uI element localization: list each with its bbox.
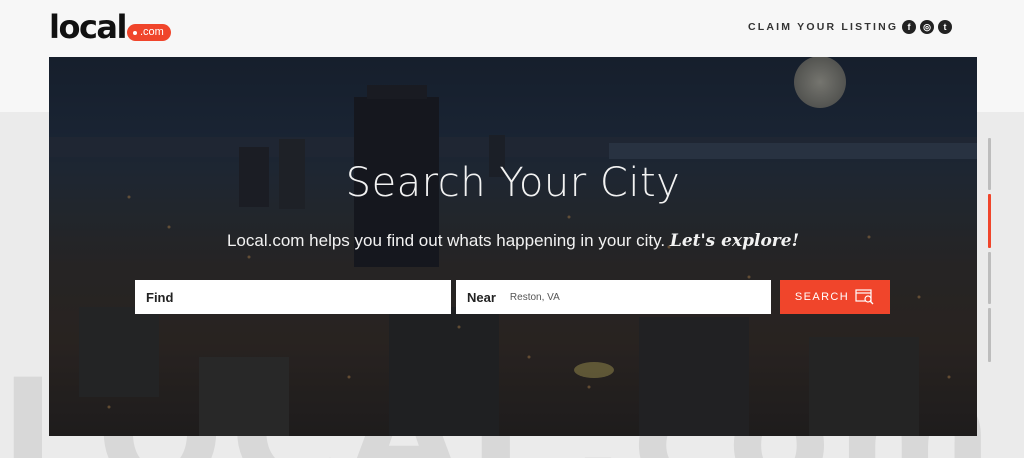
logo-badge: .com xyxy=(126,24,171,41)
near-label: Near xyxy=(467,289,496,305)
logo-badge-text: .com xyxy=(139,26,164,38)
logo[interactable]: local .com xyxy=(49,10,171,44)
hero-banner: Search Your City Local.com helps you fin… xyxy=(49,57,977,436)
section-nav-indicator-4[interactable] xyxy=(988,308,991,362)
search-button-label: SEARCH xyxy=(794,291,850,303)
claim-listing-link[interactable]: CLAIM YOUR LISTING xyxy=(748,21,898,33)
twitter-icon[interactable]: t xyxy=(938,20,952,34)
find-label: Find xyxy=(146,289,174,305)
find-input[interactable] xyxy=(185,290,390,304)
instagram-icon[interactable]: ◎ xyxy=(920,20,934,34)
find-field[interactable]: Find xyxy=(135,280,451,314)
hero-subtitle-text: Local.com helps you find out whats happe… xyxy=(226,231,666,250)
social-links: f ◎ t xyxy=(902,20,952,34)
facebook-icon[interactable]: f xyxy=(902,20,916,34)
hero-subtitle: Local.com helps you find out whats happe… xyxy=(49,231,977,251)
near-input[interactable] xyxy=(507,290,712,304)
hero-title: Search Your City xyxy=(345,160,681,206)
search-button[interactable]: SEARCH xyxy=(780,280,890,314)
section-nav-indicator-2-active[interactable] xyxy=(988,194,991,248)
section-nav-indicator-3[interactable] xyxy=(988,252,991,304)
logo-word: local xyxy=(49,8,127,46)
hero-subtitle-emphasis: Let's explore! xyxy=(669,231,800,251)
near-field[interactable]: Near xyxy=(456,280,771,314)
section-nav-indicator-1[interactable] xyxy=(988,138,991,190)
search-icon xyxy=(855,289,874,305)
